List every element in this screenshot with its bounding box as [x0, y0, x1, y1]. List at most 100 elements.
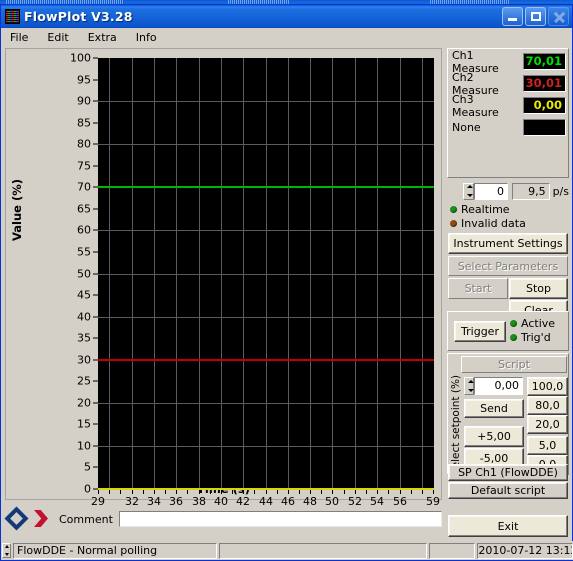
y-tick: 20	[77, 396, 98, 409]
setpoint-channel-button[interactable]: SP Ch1 (FlowDDE)	[448, 464, 568, 481]
x-tick	[266, 490, 267, 494]
menu-bar: File Edit Extra Info	[1, 28, 572, 47]
status-realtime: Realtime	[447, 202, 569, 216]
stop-button[interactable]: Stop	[509, 278, 568, 299]
trace-3	[98, 488, 434, 490]
preset-20-button[interactable]: 20,0	[527, 415, 568, 434]
close-button[interactable]	[548, 7, 569, 26]
x-tick	[187, 490, 188, 494]
instrument-settings-button[interactable]: Instrument Settings	[448, 233, 568, 254]
menu-edit[interactable]: Edit	[44, 30, 71, 45]
start-button[interactable]: Start	[448, 278, 508, 299]
statusbar-spinner[interactable]	[2, 543, 11, 558]
rate-unit-label: p/s	[552, 184, 569, 198]
minimize-icon	[508, 18, 517, 21]
trigger-trigd-row: Trig'd	[510, 330, 555, 344]
y-tick: 75	[77, 159, 98, 172]
plot-area[interactable]	[98, 58, 434, 490]
setpoint-spinner-buttons[interactable]	[464, 377, 474, 395]
y-tick: 45	[77, 289, 98, 302]
setpoint-spinner-up-icon[interactable]	[465, 378, 474, 386]
setpoint-spinner-down-icon[interactable]	[465, 386, 474, 394]
minimize-button[interactable]	[502, 7, 523, 26]
menu-extra[interactable]: Extra	[85, 30, 120, 45]
x-tick	[388, 490, 389, 494]
statusbar-spinner-down-icon[interactable]	[3, 551, 10, 558]
x-tick	[310, 490, 311, 494]
x-tick	[221, 490, 222, 494]
active-label: Active	[521, 316, 556, 330]
statusbar-polling: FlowDDE - Normal polling	[13, 542, 218, 559]
measure-row-ch2: Ch2 Measure 30,01	[450, 71, 566, 97]
measure-label-none: None	[452, 121, 481, 134]
preset-100-button[interactable]: 100,0	[527, 377, 568, 396]
measure-row-none: None	[450, 117, 566, 138]
script-button[interactable]: Script	[461, 356, 567, 373]
maximize-button[interactable]	[525, 7, 546, 26]
trigger-group: Trigger Active Trig'd	[447, 311, 569, 351]
measure-label-ch3: Ch3 Measure	[452, 92, 499, 119]
x-tick	[422, 490, 423, 494]
comment-input[interactable]	[118, 511, 442, 527]
x-tick	[98, 490, 99, 494]
select-parameters-button[interactable]: Select Parameters	[448, 256, 568, 276]
setpoint-value[interactable]: 0,00	[474, 377, 523, 395]
y-tick: 0	[84, 483, 98, 496]
exit-button[interactable]: Exit	[448, 515, 568, 537]
realtime-led-icon	[450, 205, 457, 213]
y-tick: 100	[70, 52, 98, 65]
maximize-icon	[531, 12, 541, 21]
y-tick: 10	[77, 439, 98, 452]
points-spinner[interactable]: 0	[463, 182, 508, 200]
comment-label: Comment	[59, 512, 113, 526]
app-icon	[5, 9, 20, 24]
y-tick: 30	[77, 353, 98, 366]
invalid-data-label: Invalid data	[461, 216, 526, 230]
spinner-up-icon[interactable]	[464, 184, 473, 192]
trigd-label: Trig'd	[521, 330, 551, 344]
send-button[interactable]: Send	[464, 399, 524, 418]
trigger-button[interactable]: Trigger	[454, 321, 506, 342]
x-tick	[277, 490, 278, 494]
x-tick	[132, 490, 133, 494]
trigger-leds: Active Trig'd	[510, 316, 555, 344]
grid-line-horizontal	[98, 101, 434, 102]
x-tick	[143, 490, 144, 494]
points-spinner-buttons[interactable]	[463, 182, 474, 200]
active-led-icon	[510, 319, 517, 327]
x-tick	[232, 490, 233, 494]
menu-file[interactable]: File	[7, 30, 31, 45]
x-tick	[120, 490, 121, 494]
increase-setpoint-button[interactable]: +5,00	[464, 426, 524, 447]
y-tick: 55	[77, 245, 98, 258]
preset-80-button[interactable]: 80,0	[527, 396, 568, 415]
points-spinner-value[interactable]: 0	[474, 182, 508, 200]
x-tick	[366, 490, 367, 494]
measurement-group: Ch1 Measure 70,01 Ch2 Measure 30,01 Ch3 …	[447, 48, 569, 178]
spinner-down-icon[interactable]	[464, 191, 473, 199]
x-tick	[288, 490, 289, 494]
x-tick	[332, 490, 333, 494]
trigger-active-row: Active	[510, 316, 555, 330]
setpoint-spinner[interactable]: 0,00	[464, 377, 523, 395]
main-window: FlowPlot V3.28 File Edit Extra Info Valu…	[0, 4, 573, 561]
window-title: FlowPlot V3.28	[24, 9, 133, 24]
body-area: Value (%) Time (s) 051015202530354045505…	[1, 47, 572, 544]
y-tick: 95	[77, 73, 98, 86]
realtime-label: Realtime	[461, 202, 510, 216]
x-tick	[299, 490, 300, 494]
menu-info[interactable]: Info	[133, 30, 160, 45]
x-tick	[377, 490, 378, 494]
x-tick	[400, 490, 401, 494]
measure-row-ch1: Ch1 Measure 70,01	[450, 49, 566, 75]
y-tick: 90	[77, 95, 98, 108]
trace-2	[98, 359, 434, 361]
preset-5-button[interactable]: 5,0	[527, 436, 568, 455]
y-tick: 70	[77, 181, 98, 194]
statusbar-panel-2	[219, 542, 427, 559]
measure-row-ch3: Ch3 Measure 0,00	[450, 92, 566, 119]
grid-line-horizontal	[98, 317, 434, 318]
select-setpoint-label: Select setpoint (%)	[450, 374, 463, 475]
default-script-button[interactable]: Default script	[448, 482, 568, 499]
status-bar: FlowDDE - Normal polling 2010-07-12 13:1…	[1, 541, 573, 560]
